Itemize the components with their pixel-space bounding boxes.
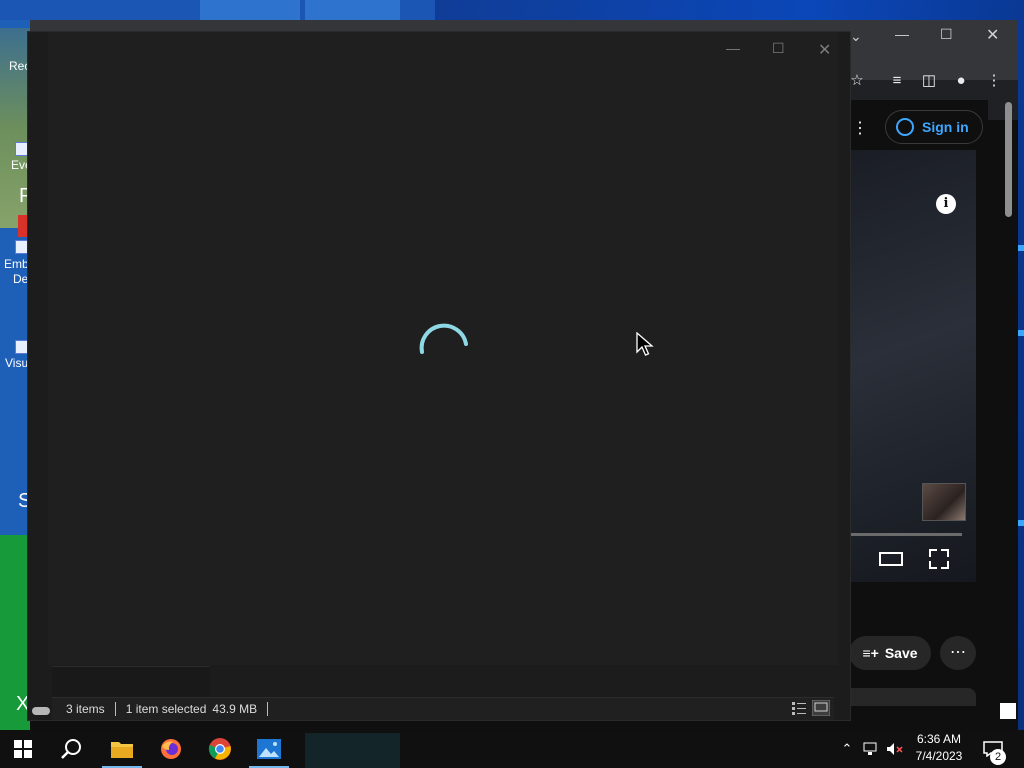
chrome-icon <box>208 738 231 760</box>
search-button[interactable] <box>48 730 94 768</box>
close-icon[interactable]: ✕ <box>818 40 831 60</box>
maximize-icon[interactable]: ☐ <box>772 40 785 57</box>
taskbar-chrome[interactable] <box>197 730 243 768</box>
profile-icon[interactable]: ● <box>952 72 970 90</box>
taskbar-file-explorer[interactable] <box>99 730 145 768</box>
desktop-shortcut-icon[interactable] <box>15 340 29 354</box>
page-scrollbar[interactable] <box>1005 102 1012 217</box>
desktop-shortcut-icon[interactable] <box>15 142 29 156</box>
volume-muted-icon[interactable] <box>884 730 906 768</box>
fullscreen-icon[interactable] <box>929 549 949 569</box>
large-icons-view-icon[interactable] <box>812 700 830 716</box>
show-hidden-icons-chevron-icon[interactable]: ⌃ <box>838 730 856 768</box>
theater-mode-icon[interactable] <box>879 552 903 566</box>
selection-size: 43.9 MB <box>212 702 258 716</box>
clock-time: 6:36 AM <box>916 732 962 746</box>
close-icon[interactable]: ✕ <box>986 25 999 45</box>
overlay-square <box>1000 703 1016 719</box>
taskbar-photos[interactable] <box>246 730 292 768</box>
minimize-icon[interactable]: — <box>895 26 909 42</box>
playlist-add-icon: ≡+ <box>862 645 879 661</box>
status-separator <box>267 702 269 716</box>
loading-spinner-icon <box>419 323 468 354</box>
save-button[interactable]: ≡+ Save <box>849 636 931 670</box>
selection-status: 1 item selected <box>125 702 207 716</box>
taskbar-app-preview[interactable] <box>305 733 400 768</box>
taskbar-firefox[interactable] <box>148 730 194 768</box>
sign-in-button[interactable]: Sign in <box>885 110 983 144</box>
recommended-row[interactable] <box>838 688 976 706</box>
start-tile[interactable] <box>305 0 400 20</box>
details-view-icon[interactable] <box>790 700 808 716</box>
clock-date: 7/4/2023 <box>915 749 963 763</box>
media-queue-icon[interactable]: ≡ <box>888 72 906 90</box>
start-button[interactable] <box>0 730 46 768</box>
chrome-menu-icon[interactable]: ⋮ <box>985 72 1003 90</box>
notification-badge: 2 <box>990 749 1006 765</box>
video-preview-thumbnail <box>922 483 966 521</box>
explorer-nav-pane <box>52 666 210 697</box>
tab-search-icon[interactable]: ⌄ <box>850 28 862 45</box>
start-tile[interactable] <box>200 0 300 20</box>
account-icon <box>896 118 914 136</box>
minimize-icon[interactable]: — <box>726 40 740 56</box>
desktop-shortcut-icon[interactable] <box>15 240 29 254</box>
sign-in-label: Sign in <box>922 119 969 135</box>
horizontal-scroll-thumb[interactable] <box>32 707 50 715</box>
explorer-status-bar: 3 items 1 item selected 43.9 MB <box>52 697 834 720</box>
bookmark-star-icon[interactable]: ☆ <box>848 72 866 90</box>
photos-icon <box>257 739 281 759</box>
info-icon[interactable]: i <box>936 194 956 214</box>
folder-icon <box>111 742 133 758</box>
desktop-label: De <box>13 272 29 286</box>
start-menu-strip <box>0 20 30 730</box>
save-label: Save <box>884 645 918 661</box>
desktop-label: Visu <box>5 356 29 370</box>
start-tiles-row <box>0 0 435 20</box>
windows-logo-icon <box>14 740 32 758</box>
side-panel-icon[interactable]: ◫ <box>920 72 938 90</box>
items-count: 3 items <box>66 702 105 716</box>
network-icon[interactable] <box>860 730 882 768</box>
search-icon <box>61 739 81 759</box>
more-actions-icon[interactable]: ⋯ <box>940 636 976 670</box>
system-clock[interactable]: 6:36 AM 7/4/2023 <box>906 731 972 765</box>
firefox-icon <box>161 739 181 759</box>
youtube-settings-menu-icon[interactable]: ⋮ <box>852 118 868 138</box>
mouse-cursor-icon <box>636 332 654 356</box>
maximize-icon[interactable]: ☐ <box>940 26 953 43</box>
desktop-label: Emb <box>4 257 29 271</box>
video-progress-bar[interactable] <box>848 533 962 536</box>
